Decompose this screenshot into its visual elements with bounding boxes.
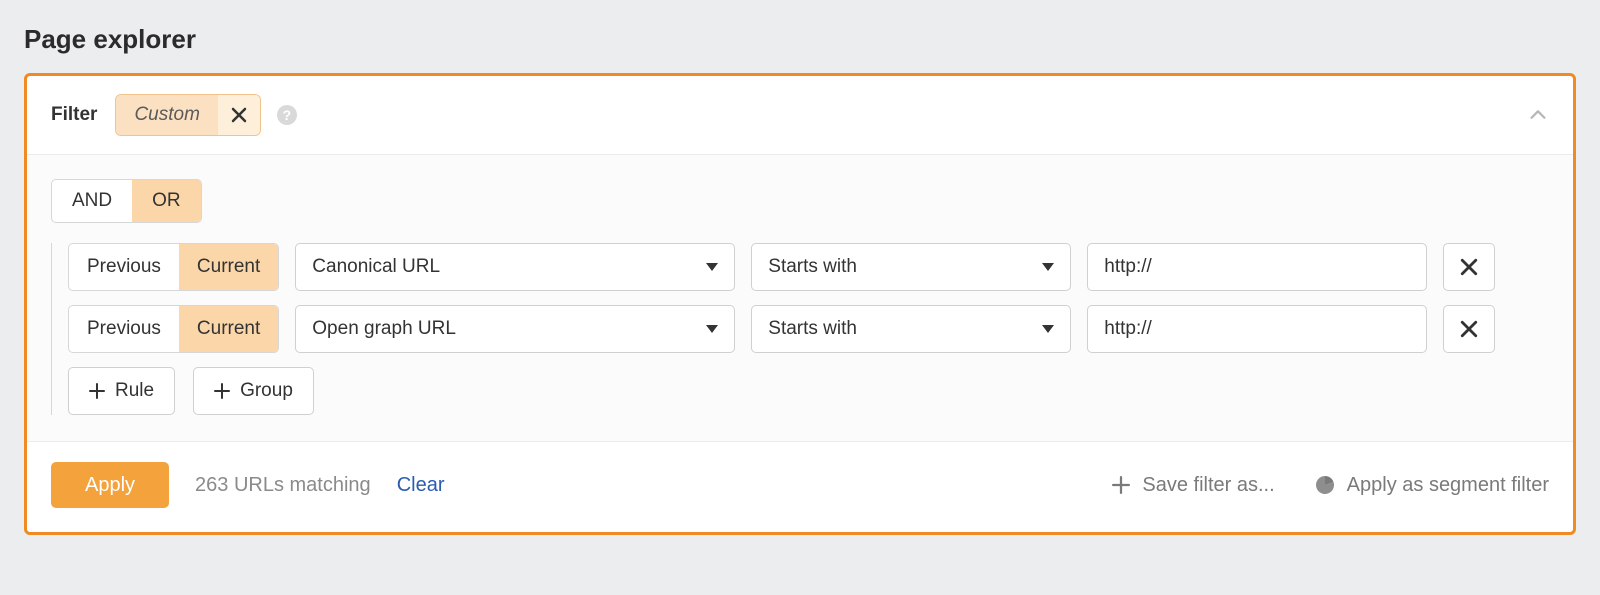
field-select-value: Open graph URL <box>312 318 456 340</box>
pie-chart-icon <box>1315 475 1335 495</box>
caret-down-icon <box>1042 263 1054 271</box>
plus-icon <box>89 383 105 399</box>
logic-toggle: AND OR <box>51 179 202 223</box>
rule-row: Previous Current Open graph URL Starts w… <box>68 305 1549 353</box>
chevron-up-icon <box>1527 104 1549 126</box>
page-title: Page explorer <box>24 24 1576 55</box>
filter-chip: Custom <box>115 94 260 136</box>
plus-icon <box>214 383 230 399</box>
add-rule-label: Rule <box>115 380 154 402</box>
remove-rule-button[interactable] <box>1443 243 1495 291</box>
remove-rule-button[interactable] <box>1443 305 1495 353</box>
rule-row: Previous Current Canonical URL Starts wi… <box>68 243 1549 291</box>
scope-previous[interactable]: Previous <box>69 244 179 290</box>
logic-or[interactable]: OR <box>132 180 201 222</box>
caret-down-icon <box>1042 325 1054 333</box>
field-select-value: Canonical URL <box>312 256 440 278</box>
filter-panel-body: AND OR Previous Current Canonical URL St… <box>27 155 1573 442</box>
value-input-text: http:// <box>1104 318 1152 340</box>
operator-select-value: Starts with <box>768 256 857 278</box>
filter-chip-remove[interactable] <box>218 95 260 135</box>
close-icon <box>231 107 247 123</box>
save-filter-button[interactable]: Save filter as... <box>1112 474 1274 497</box>
scope-current[interactable]: Current <box>179 306 278 352</box>
rules-container: Previous Current Canonical URL Starts wi… <box>51 243 1549 415</box>
value-input[interactable]: http:// <box>1087 305 1427 353</box>
filter-panel-header: Filter Custom ? <box>27 76 1573 155</box>
collapse-toggle[interactable] <box>1527 104 1549 126</box>
caret-down-icon <box>706 263 718 271</box>
field-select[interactable]: Open graph URL <box>295 305 735 353</box>
close-icon <box>1460 320 1478 338</box>
plus-icon <box>1112 476 1130 494</box>
filter-panel: Filter Custom ? AND OR <box>24 73 1576 535</box>
scope-current[interactable]: Current <box>179 244 278 290</box>
operator-select[interactable]: Starts with <box>751 305 1071 353</box>
operator-select-value: Starts with <box>768 318 857 340</box>
filter-chip-label: Custom <box>116 95 217 135</box>
caret-down-icon <box>706 325 718 333</box>
match-count: 263 URLs matching <box>195 474 371 497</box>
help-icon[interactable]: ? <box>277 105 297 125</box>
add-row: Rule Group <box>68 367 1549 415</box>
logic-and[interactable]: AND <box>52 180 132 222</box>
field-select[interactable]: Canonical URL <box>295 243 735 291</box>
operator-select[interactable]: Starts with <box>751 243 1071 291</box>
value-input[interactable]: http:// <box>1087 243 1427 291</box>
scope-toggle: Previous Current <box>68 243 279 291</box>
close-icon <box>1460 258 1478 276</box>
filter-panel-footer: Apply 263 URLs matching Clear Save filte… <box>27 442 1573 532</box>
apply-button[interactable]: Apply <box>51 462 169 508</box>
clear-link[interactable]: Clear <box>397 474 445 497</box>
scope-toggle: Previous Current <box>68 305 279 353</box>
value-input-text: http:// <box>1104 256 1152 278</box>
save-filter-label: Save filter as... <box>1142 474 1274 497</box>
add-group-button[interactable]: Group <box>193 367 314 415</box>
add-group-label: Group <box>240 380 293 402</box>
scope-previous[interactable]: Previous <box>69 306 179 352</box>
filter-label: Filter <box>51 104 97 126</box>
add-rule-button[interactable]: Rule <box>68 367 175 415</box>
footer-right: Save filter as... Apply as segment filte… <box>1112 474 1549 497</box>
apply-segment-label: Apply as segment filter <box>1347 474 1549 497</box>
apply-segment-button[interactable]: Apply as segment filter <box>1315 474 1549 497</box>
